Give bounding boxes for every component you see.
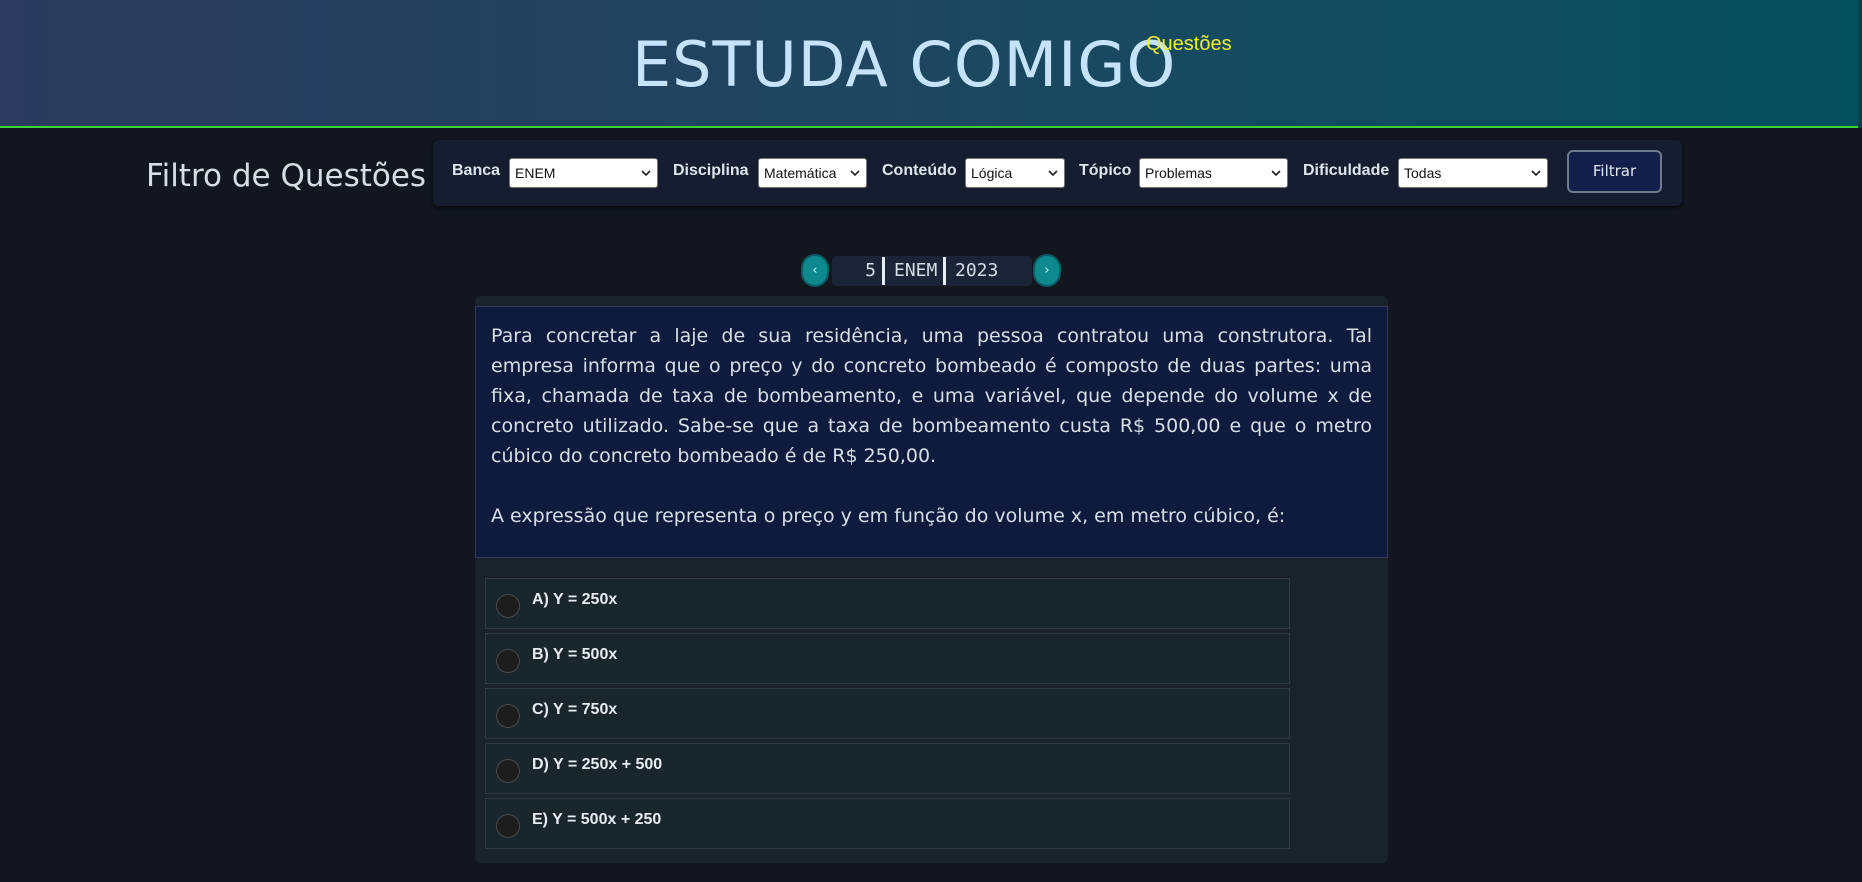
next-question-button[interactable]: › bbox=[1033, 254, 1061, 287]
chevron-down-icon bbox=[850, 170, 860, 177]
chevron-down-icon bbox=[1531, 170, 1541, 177]
brand-subtitle: Questões bbox=[1146, 33, 1232, 55]
filter-label-dificuldade: Dificuldade bbox=[1303, 162, 1390, 179]
question-number: 5 bbox=[865, 260, 876, 281]
conteudo-select-value: Lógica bbox=[971, 165, 1013, 181]
radio-button[interactable] bbox=[496, 649, 520, 673]
chevron-down-icon bbox=[1271, 170, 1281, 177]
filter-title: Filtro de Questões bbox=[146, 158, 427, 194]
topico-select-value: Problemas bbox=[1145, 165, 1212, 181]
radio-button[interactable] bbox=[496, 594, 520, 618]
question-paragraph: Para concretar a laje de sua residência,… bbox=[491, 325, 1372, 467]
brand-title: ESTUDA COMIGO bbox=[632, 28, 1177, 101]
filter-label-banca: Banca bbox=[452, 162, 501, 179]
filter-button[interactable]: Filtrar bbox=[1567, 150, 1662, 193]
topico-select[interactable]: Problemas bbox=[1139, 158, 1288, 188]
option-label: B) Y = 500x bbox=[532, 646, 618, 663]
option-label: D) Y = 250x + 500 bbox=[532, 756, 663, 773]
question-prompt: A expressão que representa o preço y em … bbox=[491, 505, 1286, 527]
chevron-left-icon: ‹ bbox=[812, 263, 818, 278]
option-label: A) Y = 250x bbox=[532, 591, 618, 608]
radio-button[interactable] bbox=[496, 759, 520, 783]
radio-button[interactable] bbox=[496, 814, 520, 838]
question-statement: Para concretar a laje de sua residência,… bbox=[475, 306, 1388, 558]
option-c[interactable]: C) Y = 750x bbox=[485, 688, 1290, 739]
banca-select-value: ENEM bbox=[515, 165, 556, 181]
filter-label-conteudo: Conteúdo bbox=[882, 162, 957, 179]
chevron-down-icon bbox=[1048, 170, 1058, 177]
disciplina-select-value: Matemática bbox=[764, 165, 837, 181]
chevron-down-icon bbox=[641, 170, 651, 177]
dificuldade-select-value: Todas bbox=[1404, 165, 1442, 181]
question-bank: ENEM bbox=[894, 260, 938, 281]
question-info: 5 ENEM 2023 bbox=[832, 256, 1032, 286]
app-header: ESTUDA COMIGO Questões bbox=[0, 0, 1862, 128]
option-label: C) Y = 750x bbox=[532, 701, 618, 718]
option-e[interactable]: E) Y = 500x + 250 bbox=[485, 798, 1290, 849]
option-d[interactable]: D) Y = 250x + 500 bbox=[485, 743, 1290, 794]
filter-label-topico: Tópico bbox=[1079, 162, 1132, 179]
dificuldade-select[interactable]: Todas bbox=[1398, 158, 1548, 188]
question-year: 2023 bbox=[955, 260, 999, 281]
option-b[interactable]: B) Y = 500x bbox=[485, 633, 1290, 684]
disciplina-select[interactable]: Matemática bbox=[758, 158, 867, 188]
radio-button[interactable] bbox=[496, 704, 520, 728]
header-edge bbox=[1858, 0, 1862, 128]
option-label: E) Y = 500x + 250 bbox=[532, 811, 662, 828]
banca-select[interactable]: ENEM bbox=[509, 158, 658, 188]
option-a[interactable]: A) Y = 250x bbox=[485, 578, 1290, 629]
chevron-right-icon: › bbox=[1044, 263, 1050, 278]
separator bbox=[882, 257, 885, 285]
separator bbox=[943, 257, 946, 285]
conteudo-select[interactable]: Lógica bbox=[965, 158, 1065, 188]
prev-question-button[interactable]: ‹ bbox=[801, 254, 829, 287]
filter-label-disciplina: Disciplina bbox=[673, 162, 749, 179]
